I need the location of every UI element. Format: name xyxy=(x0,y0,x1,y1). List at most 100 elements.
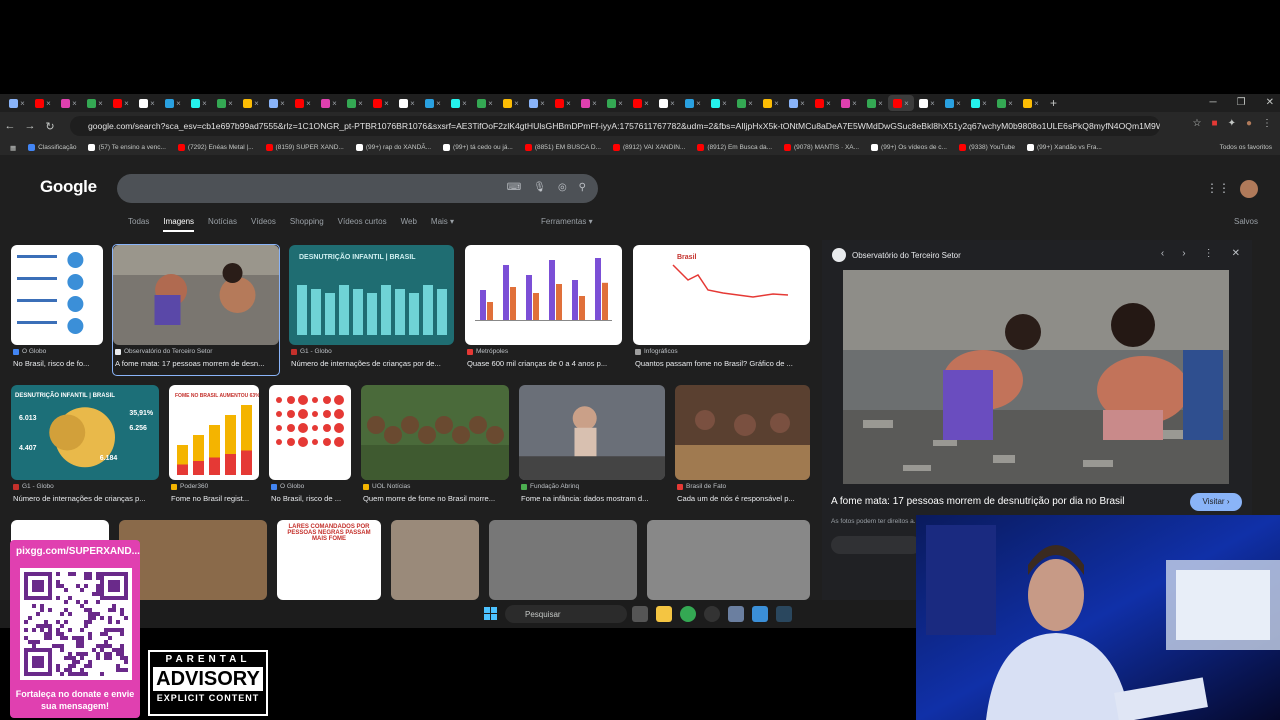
result-source[interactable]: Fundação Abrinq xyxy=(521,483,579,490)
result-caption[interactable]: Fome na infância: dados mostram d... xyxy=(521,494,667,503)
search-icon[interactable]: ⚲ xyxy=(579,182,586,193)
browser-tab[interactable]: × xyxy=(654,95,680,111)
maximize-icon[interactable]: ❐ xyxy=(1237,94,1246,112)
search-tab[interactable]: Notícias xyxy=(208,217,237,232)
tab-close-icon[interactable]: × xyxy=(46,99,51,108)
result-thumbnail[interactable] xyxy=(113,245,279,345)
bookmark-item[interactable]: (9338) YouTube xyxy=(958,144,1015,151)
browser-tab[interactable]: × xyxy=(810,95,836,111)
tab-close-icon[interactable]: × xyxy=(644,99,649,108)
google-logo[interactable]: Google xyxy=(40,177,97,197)
tab-close-icon[interactable]: × xyxy=(956,99,961,108)
tab-close-icon[interactable]: × xyxy=(722,99,727,108)
result-caption[interactable]: A fome mata: 17 pessoas morrem de desn..… xyxy=(115,359,281,368)
tab-close-icon[interactable]: × xyxy=(852,99,857,108)
tab-close-icon[interactable]: × xyxy=(982,99,987,108)
result-caption[interactable]: Cada um de nós é responsável p... xyxy=(677,494,812,503)
browser-tab[interactable]: × xyxy=(134,95,160,111)
tab-close-icon[interactable]: × xyxy=(384,99,389,108)
lens-icon[interactable]: ◎ xyxy=(558,182,567,193)
result-caption[interactable]: Quase 600 mil crianças de 0 a 4 anos p..… xyxy=(467,359,624,368)
image-result[interactable]: DESNUTRIÇÃO INFANTIL | BRASIL 35,91% 6.256… xyxy=(11,385,159,510)
share-button[interactable] xyxy=(831,536,921,554)
browser-tab[interactable]: × xyxy=(238,95,264,111)
panel-title[interactable]: A fome mata: 17 pessoas morrem de desnut… xyxy=(831,496,1124,507)
tab-close-icon[interactable]: × xyxy=(696,99,701,108)
browser-tab[interactable]: × xyxy=(368,95,394,111)
tab-close-icon[interactable]: × xyxy=(1008,99,1013,108)
browser-tab[interactable]: × xyxy=(940,95,966,111)
mic-icon[interactable]: 🎙 xyxy=(533,182,546,193)
browser-tab[interactable]: × xyxy=(732,95,758,111)
browser-tab[interactable]: × xyxy=(524,95,550,111)
result-source[interactable]: O Globo xyxy=(13,348,46,355)
result-source[interactable]: Metrópoles xyxy=(467,348,508,355)
result-thumbnail[interactable] xyxy=(361,385,509,480)
avatar[interactable] xyxy=(1240,180,1258,198)
tab-close-icon[interactable]: × xyxy=(228,99,233,108)
more-icon[interactable]: ⋮ xyxy=(1204,248,1214,259)
all-bookmarks[interactable]: Todos os favoritos xyxy=(1220,140,1272,155)
result-caption[interactable]: No Brasil, risco de fo... xyxy=(13,359,105,368)
browser-tab[interactable]: × xyxy=(472,95,498,111)
result-source[interactable]: O Globo xyxy=(271,483,304,490)
result-thumbnail[interactable]: DESNUTRIÇÃO INFANTIL | BRASIL 35,91% 6.256… xyxy=(11,385,159,480)
result-thumbnail[interactable] xyxy=(269,385,351,480)
tab-close-icon[interactable]: × xyxy=(124,99,129,108)
taskbar-search[interactable]: Pesquisar xyxy=(505,605,627,623)
bookmark-item[interactable]: (99+) Xandão vs Fra... xyxy=(1027,144,1102,151)
panel-site-name[interactable]: Observatório do Terceiro Setor xyxy=(852,251,961,260)
tab-close-icon[interactable]: × xyxy=(176,99,181,108)
new-tab-icon[interactable]: + xyxy=(1050,96,1057,110)
image-result[interactable]: Brasil de Fato Cada um de nós é responsáv… xyxy=(675,385,810,510)
search-tab[interactable]: Todas xyxy=(128,217,149,232)
result-source[interactable]: Infográficos xyxy=(635,348,678,355)
tab-close-icon[interactable]: × xyxy=(774,99,779,108)
browser-tab[interactable]: × xyxy=(316,95,342,111)
tab-close-icon[interactable]: × xyxy=(800,99,805,108)
bookmark-item[interactable]: (8912) VAI XANDIN... xyxy=(612,144,685,151)
task-view-icon[interactable] xyxy=(632,606,648,622)
next-icon[interactable]: › xyxy=(1182,248,1185,259)
saved-button[interactable]: Salvos xyxy=(1234,217,1258,226)
browser-tab[interactable]: × xyxy=(498,95,524,111)
browser-tab[interactable]: × xyxy=(82,95,108,111)
search-tab[interactable]: Imagens xyxy=(163,217,195,232)
browser-tab[interactable]: × xyxy=(212,95,238,111)
tab-close-icon[interactable]: × xyxy=(436,99,441,108)
bookmark-item[interactable]: (9078) MANTIS · XA... xyxy=(784,144,859,151)
result-caption[interactable]: Fome no Brasil regist... xyxy=(171,494,261,503)
image-result[interactable]: O Globo No Brasil, risco de fo... xyxy=(11,245,103,375)
result-thumbnail[interactable] xyxy=(11,245,103,345)
result-source[interactable]: Brasil de Fato xyxy=(677,483,726,490)
back-icon[interactable]: ← xyxy=(0,120,20,132)
bookmark-item[interactable]: (8912) Em Busca da... xyxy=(697,144,772,151)
browser-tab[interactable]: × xyxy=(4,95,30,111)
reload-icon[interactable]: ↻ xyxy=(40,120,60,133)
forward-icon[interactable]: → xyxy=(20,120,40,132)
profile-icon[interactable]: ● xyxy=(1246,118,1252,129)
bookmark-item[interactable]: (8851) EM BUSCA D... xyxy=(524,144,601,151)
tab-close-icon[interactable]: × xyxy=(332,99,337,108)
browser-tab[interactable]: × xyxy=(290,95,316,111)
search-tab[interactable]: Vídeos xyxy=(251,217,276,232)
tab-close-icon[interactable]: × xyxy=(280,99,285,108)
tab-close-icon[interactable]: × xyxy=(98,99,103,108)
search-tab[interactable]: Mais ▾ xyxy=(431,217,454,232)
result-thumbnail[interactable] xyxy=(465,245,622,345)
result-source[interactable]: G1 - Globo xyxy=(291,348,332,355)
bookmark-item[interactable]: (99+) rap do XANDÃ... xyxy=(355,144,431,151)
tab-close-icon[interactable]: × xyxy=(20,99,25,108)
browser-tab[interactable]: × xyxy=(862,95,888,111)
tab-close-icon[interactable]: × xyxy=(410,99,415,108)
photos-icon[interactable] xyxy=(752,606,768,622)
result-thumbnail[interactable]: DESNUTRIÇÃO INFANTIL | BRASIL xyxy=(289,245,454,345)
tab-close-icon[interactable]: × xyxy=(670,99,675,108)
google-apps-icon[interactable]: ⋮⋮ xyxy=(1206,181,1230,195)
result-caption[interactable]: No Brasil, risco de ... xyxy=(271,494,353,503)
star-icon[interactable]: ☆ xyxy=(1193,118,1202,129)
close-window-icon[interactable]: ✕ xyxy=(1266,94,1274,112)
panel-preview-image[interactable] xyxy=(843,270,1229,484)
chrome-icon[interactable] xyxy=(680,606,696,622)
tab-close-icon[interactable]: × xyxy=(306,99,311,108)
